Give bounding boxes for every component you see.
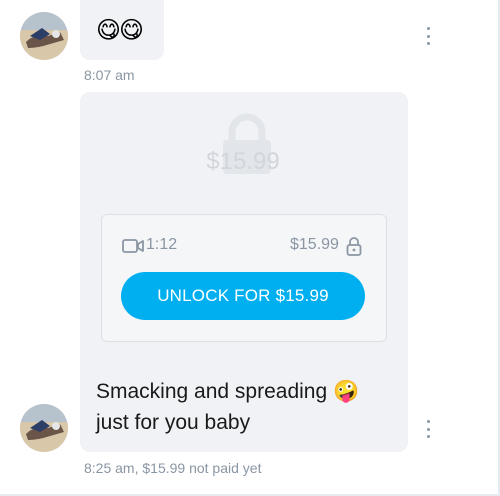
message-caption: Smacking and spreading 🤪 just for you ba… <box>96 376 386 438</box>
emoji-message-text: 😋😋 <box>96 17 144 44</box>
more-options-icon[interactable] <box>423 420 433 438</box>
more-options-icon[interactable] <box>423 27 433 45</box>
caption-line: just for you baby <box>96 411 251 434</box>
media-duration: 1:12 <box>146 236 178 253</box>
message-timestamp: 8:25 am, <box>84 460 139 476</box>
message-meta: 8:25 am, $15.99 not paid yet <box>84 460 261 476</box>
unlock-button[interactable]: UNLOCK FOR $15.99 <box>121 272 365 320</box>
small-lock-icon <box>346 236 362 261</box>
chat-thread: 😋😋 8:07 am $15.99 1:12 $15.99 UNLOCK FOR… <box>0 0 500 496</box>
caption-line: Smacking and spreading 🤪 <box>96 380 360 403</box>
locked-preview-price: $15.99 <box>206 148 280 175</box>
media-price: $15.99 <box>290 236 339 253</box>
payment-status: $15.99 not paid yet <box>142 460 262 476</box>
sender-avatar[interactable] <box>20 404 68 452</box>
message-timestamp: 8:07 am <box>84 67 135 83</box>
sender-avatar[interactable] <box>20 12 68 60</box>
video-camera-icon <box>122 238 144 259</box>
